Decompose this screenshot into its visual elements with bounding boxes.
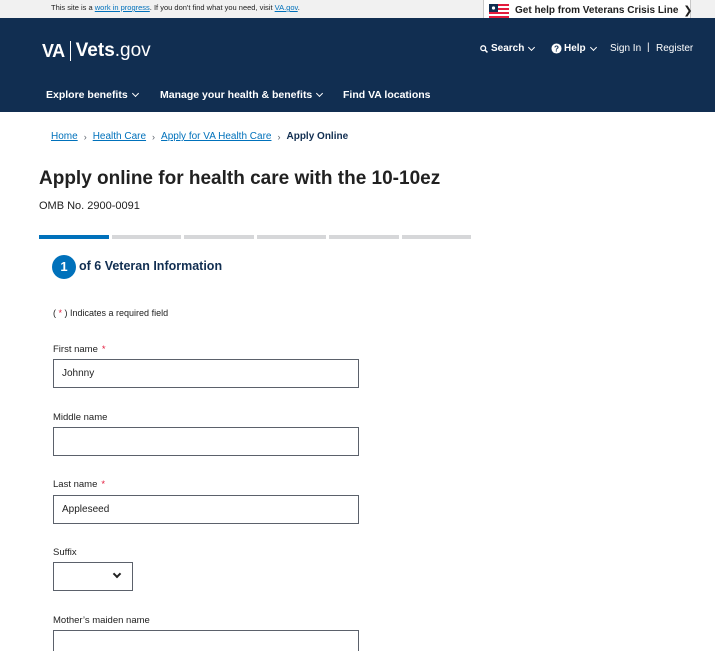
breadcrumb-separator-icon: › xyxy=(152,131,156,142)
help-label: Help xyxy=(564,43,586,54)
suffix-select[interactable] xyxy=(53,562,133,591)
maiden-name-label: Mother’s maiden name xyxy=(53,615,150,626)
notice-prefix: This site is a xyxy=(51,3,95,12)
nav-find-locations[interactable]: Find VA locations xyxy=(343,89,431,101)
suffix-label-text: Suffix xyxy=(53,547,77,558)
nav-explore-benefits[interactable]: Explore benefits xyxy=(46,89,139,101)
breadcrumb-separator-icon: › xyxy=(83,131,87,142)
chevron-down-icon xyxy=(131,89,139,98)
nav-manage-label: Manage your health & benefits xyxy=(160,89,313,101)
last-name-label: Last name * xyxy=(53,479,105,490)
required-field-note: ( * ) Indicates a required field xyxy=(53,308,168,318)
progress-segment xyxy=(39,235,109,239)
middle-name-input[interactable] xyxy=(53,427,359,456)
notice-suffix: . xyxy=(297,3,300,12)
maiden-name-input[interactable] xyxy=(53,630,359,651)
breadcrumb: Home › Health Care › Apply for VA Health… xyxy=(51,131,348,142)
nav-find-label: Find VA locations xyxy=(343,89,431,101)
logo-vets: Vets xyxy=(75,40,115,61)
logo-divider xyxy=(69,41,71,61)
last-name-input[interactable] xyxy=(53,495,359,524)
chevron-down-icon xyxy=(112,569,122,579)
logo-va: VA xyxy=(42,40,65,61)
progress-bar xyxy=(39,235,471,239)
flag-icon xyxy=(489,3,509,18)
notice-text: This site is a work in progress. If you … xyxy=(51,3,300,12)
required-star: * xyxy=(101,479,106,490)
nav-manage-health[interactable]: Manage your health & benefits xyxy=(160,89,324,101)
progress-segment xyxy=(329,235,399,239)
middle-name-label-text: Middle name xyxy=(53,412,108,423)
first-name-input[interactable] xyxy=(53,359,359,388)
site-header: VA Vets .gov Search ? Help Sign In | Regi… xyxy=(0,18,715,112)
breadcrumb-separator-icon: › xyxy=(277,131,281,142)
first-name-label: First name * xyxy=(53,344,106,355)
required-star: * xyxy=(101,344,106,355)
chevron-down-icon xyxy=(528,43,536,51)
breadcrumb-home[interactable]: Home xyxy=(51,131,78,142)
page-title: Apply online for health care with the 10… xyxy=(39,168,441,189)
header-separator: | xyxy=(647,42,650,53)
breadcrumb-apply-va[interactable]: Apply for VA Health Care xyxy=(161,131,271,142)
middle-name-label: Middle name xyxy=(53,412,107,423)
sign-in-link[interactable]: Sign In xyxy=(610,43,641,54)
chevron-down-icon xyxy=(589,43,597,51)
progress-segment xyxy=(401,235,471,239)
vets-gov-logo[interactable]: VA Vets .gov xyxy=(42,40,151,62)
last-name-label-text: Last name xyxy=(53,479,98,490)
omb-number: OMB No. 2900-0091 xyxy=(39,200,140,212)
progress-segment xyxy=(184,235,254,239)
va-gov-link[interactable]: VA.gov xyxy=(275,3,298,12)
work-in-progress-link[interactable]: work in progress xyxy=(95,3,150,12)
suffix-label: Suffix xyxy=(53,547,77,558)
chevron-right-icon: ❯ xyxy=(683,5,693,17)
question-circle-icon: ? xyxy=(551,43,562,54)
required-note-close: ) Indicates a required field xyxy=(62,308,169,318)
search-button[interactable]: Search xyxy=(480,43,536,54)
progress-segment xyxy=(256,235,326,239)
nav-explore-label: Explore benefits xyxy=(46,89,128,101)
chevron-down-icon xyxy=(316,89,324,98)
notice-middle: . If you don't find what you need, visit xyxy=(149,3,275,12)
first-name-label-text: First name xyxy=(53,344,98,355)
search-icon xyxy=(480,44,488,53)
logo-gov: .gov xyxy=(114,40,151,61)
help-button[interactable]: ? Help xyxy=(551,43,597,54)
breadcrumb-health-care[interactable]: Health Care xyxy=(93,131,146,142)
register-link[interactable]: Register xyxy=(656,43,693,54)
svg-text:?: ? xyxy=(554,44,559,53)
step-number-badge: 1 xyxy=(52,255,76,279)
crisis-line-label: Get help from Veterans Crisis Line xyxy=(515,5,679,16)
step-heading: of 6 Veteran Information xyxy=(79,259,223,273)
progress-segment xyxy=(111,235,181,239)
maiden-name-label-text: Mother’s maiden name xyxy=(53,615,150,626)
breadcrumb-current: Apply Online xyxy=(286,131,349,142)
search-label: Search xyxy=(491,43,525,54)
